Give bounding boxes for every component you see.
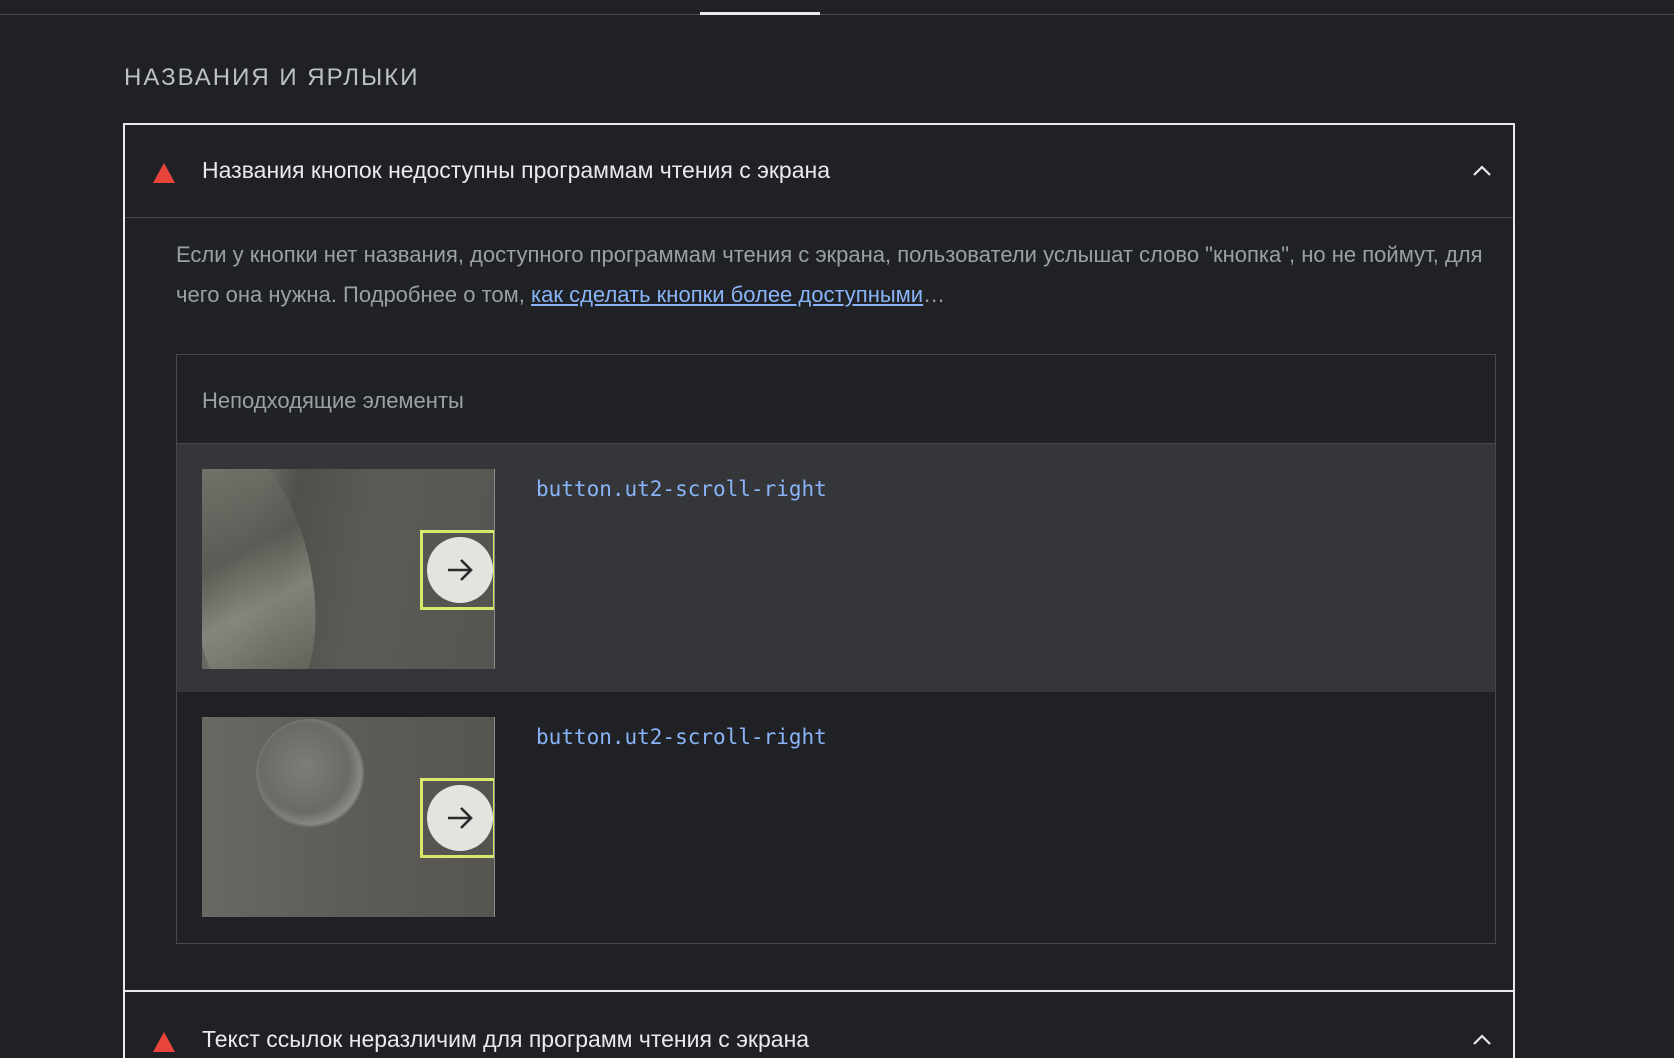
audit-description: Если у кнопки нет названия, доступного п… xyxy=(176,235,1496,315)
description-tail: … xyxy=(923,282,946,307)
arrow-right-icon xyxy=(427,537,493,603)
element-highlight xyxy=(420,530,494,610)
failing-elements-table: Неподходящие элементы button.ut2-scroll-… xyxy=(176,354,1496,944)
element-screenshot xyxy=(202,469,495,669)
fail-triangle-icon xyxy=(153,163,175,183)
screenshot-background xyxy=(258,721,362,825)
audit-title: Текст ссылок неразличим для программ чте… xyxy=(202,1026,810,1052)
arrow-right-icon xyxy=(427,785,493,851)
audit-title: Названия кнопок недоступны программам чт… xyxy=(202,157,830,183)
lighthouse-report-page: НАЗВАНИЯ И ЯРЛЫКИ Названия кнопок недост… xyxy=(0,0,1674,1058)
element-screenshot xyxy=(202,717,495,917)
screenshot-background xyxy=(202,469,330,669)
table-header-label: Неподходящие элементы xyxy=(202,388,464,413)
fail-triangle-icon xyxy=(153,1032,175,1052)
top-divider xyxy=(0,14,1674,15)
audit-link-name[interactable]: Текст ссылок неразличим для программ чте… xyxy=(123,990,1515,1058)
chevron-up-icon[interactable] xyxy=(1470,163,1494,179)
learn-more-link[interactable]: как сделать кнопки более доступными xyxy=(531,282,923,307)
element-highlight xyxy=(420,778,494,858)
audit-header[interactable]: Названия кнопок недоступны программам чт… xyxy=(125,125,1513,218)
table-header: Неподходящие элементы xyxy=(177,355,1495,444)
group-title: НАЗВАНИЯ И ЯРЛЫКИ xyxy=(124,64,420,91)
element-selector[interactable]: button.ut2-scroll-right xyxy=(536,477,827,501)
element-selector[interactable]: button.ut2-scroll-right xyxy=(536,725,827,749)
table-row[interactable]: button.ut2-scroll-right xyxy=(177,692,1495,940)
table-row[interactable]: button.ut2-scroll-right xyxy=(177,444,1495,692)
audit-button-name: Названия кнопок недоступны программам чт… xyxy=(123,123,1515,992)
active-tab-indicator xyxy=(700,12,820,15)
chevron-up-icon[interactable] xyxy=(1470,1032,1494,1048)
